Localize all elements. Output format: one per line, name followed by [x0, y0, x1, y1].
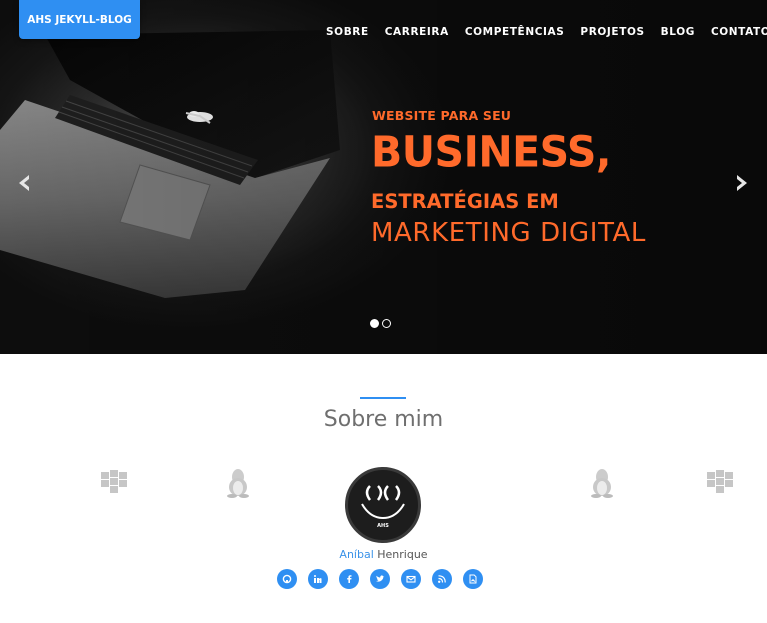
linkedin-icon[interactable] — [308, 569, 328, 589]
github-icon[interactable] — [277, 569, 297, 589]
last-name: Henrique — [377, 548, 428, 561]
dropbox-icon — [101, 470, 127, 493]
avatar-text: AHS — [377, 523, 389, 529]
first-name-link[interactable]: Aníbal — [339, 548, 373, 561]
nav-item-carreira[interactable]: CARREIRA — [385, 26, 449, 38]
rss-icon[interactable] — [432, 569, 452, 589]
nav-item-competencias[interactable]: COMPETÊNCIAS — [465, 26, 565, 38]
dropbox-icon — [707, 470, 733, 493]
twitter-icon[interactable] — [370, 569, 390, 589]
main-nav: SOBRE CARREIRA COMPETÊNCIAS PROJETOS BLO… — [326, 26, 767, 38]
nav-item-sobre[interactable]: SOBRE — [326, 26, 369, 38]
avatar-logo: AHS — [361, 485, 405, 529]
carousel-dot-1[interactable] — [370, 319, 379, 328]
avatar: AHS — [345, 467, 421, 543]
social-links — [277, 569, 483, 589]
carousel-indicators — [370, 319, 391, 328]
hero-line-4: MARKETING DIGITAL — [371, 218, 647, 248]
linux-icon — [227, 469, 249, 498]
nav-item-projetos[interactable]: PROJETOS — [580, 26, 644, 38]
linux-icon — [591, 469, 613, 498]
nav-item-contatos[interactable]: CONTATOS — [711, 26, 767, 38]
nav-item-blog[interactable]: BLOG — [661, 26, 695, 38]
section-title: Sobre mim — [323, 407, 444, 432]
facebook-icon[interactable] — [339, 569, 359, 589]
brand-button[interactable]: AHS JEKYLL-BLOG — [19, 0, 140, 39]
envelope-icon[interactable] — [401, 569, 421, 589]
hero-line-3: ESTRATÉGIAS EM — [371, 190, 559, 213]
hero-carousel: WEBSITE PARA SEU BUSINESS, ESTRATÉGIAS E… — [0, 0, 767, 354]
section-divider — [360, 397, 406, 399]
pdf-icon[interactable] — [463, 569, 483, 589]
hero-line-1: WEBSITE PARA SEU — [372, 108, 512, 123]
author-name: Aníbal Henrique — [0, 548, 767, 561]
chevron-right-icon[interactable] — [731, 173, 751, 193]
chevron-left-icon[interactable] — [15, 173, 35, 193]
hero-line-2: BUSINESS, — [371, 126, 611, 178]
page: WEBSITE PARA SEU BUSINESS, ESTRATÉGIAS E… — [0, 0, 767, 623]
carousel-dot-2[interactable] — [382, 319, 391, 328]
